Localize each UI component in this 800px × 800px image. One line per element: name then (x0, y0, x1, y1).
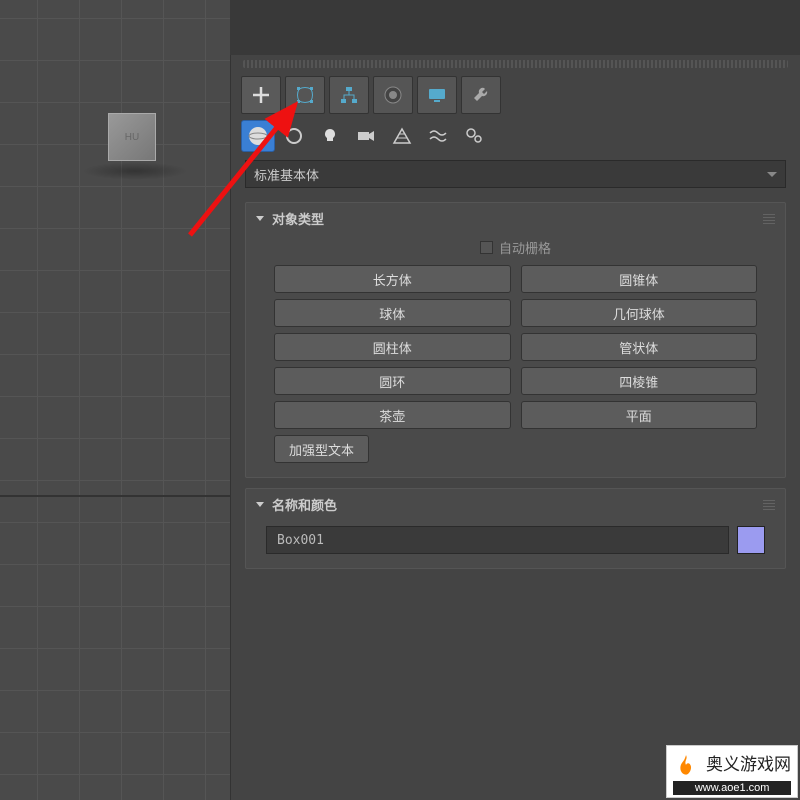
cameras-category[interactable] (349, 120, 383, 152)
object-shadow (82, 162, 188, 180)
drag-grip-icon (763, 500, 775, 510)
spacewarp-icon (428, 126, 448, 146)
light-icon (320, 126, 340, 146)
shapes-icon (284, 126, 304, 146)
watermark: 奥义游戏网 www.aoe1.com (666, 745, 798, 798)
shapes-category[interactable] (277, 120, 311, 152)
textplus-button[interactable]: 加强型文本 (274, 435, 369, 463)
create-tab[interactable] (241, 76, 281, 114)
autogrid-checkbox[interactable] (480, 241, 493, 254)
geosphere-button[interactable]: 几何球体 (521, 299, 758, 327)
drag-grip-icon (763, 214, 775, 224)
name-color-rollout: 名称和颜色 Box001 (245, 488, 786, 569)
object-type-rollout: 对象类型 自动栅格 长方体 圆锥体 球体 几何球体 圆柱体 管状体 圆环 四棱锥… (245, 202, 786, 478)
viewport[interactable]: HU (0, 0, 230, 800)
hierarchy-icon (338, 84, 360, 106)
helper-icon (392, 126, 412, 146)
display-icon (426, 84, 448, 106)
spacewarps-category[interactable] (421, 120, 455, 152)
sphere-button[interactable]: 球体 (274, 299, 511, 327)
display-tab[interactable] (417, 76, 457, 114)
utilities-tab[interactable] (461, 76, 501, 114)
watermark-url: www.aoe1.com (673, 781, 791, 795)
plus-icon (250, 84, 272, 106)
plane-button[interactable]: 平面 (521, 401, 758, 429)
command-panel: 标准基本体 对象类型 自动栅格 长方体 圆锥体 球体 几何球体 圆柱体 管状体 … (230, 55, 800, 800)
modify-icon (294, 84, 316, 106)
box-button[interactable]: 长方体 (274, 265, 511, 293)
autogrid-row: 自动栅格 (246, 234, 785, 265)
object-name-input[interactable]: Box001 (266, 526, 729, 554)
scene-object-box[interactable]: HU (108, 113, 156, 161)
rollout-toggle-icon (256, 216, 264, 221)
motion-tab[interactable] (373, 76, 413, 114)
object-type-header[interactable]: 对象类型 (246, 203, 785, 234)
modify-tab[interactable] (285, 76, 325, 114)
systems-category[interactable] (457, 120, 491, 152)
cylinder-button[interactable]: 圆柱体 (274, 333, 511, 361)
name-color-header[interactable]: 名称和颜色 (246, 489, 785, 520)
watermark-text: 奥义游戏网 (706, 755, 791, 774)
rollout-title: 对象类型 (272, 209, 324, 228)
rollout-title: 名称和颜色 (272, 495, 337, 514)
panel-grip[interactable] (243, 60, 788, 68)
category-tabs (231, 120, 800, 160)
motion-icon (382, 84, 404, 106)
helpers-category[interactable] (385, 120, 419, 152)
camera-icon (356, 126, 376, 146)
flame-icon (673, 753, 699, 779)
main-tabs (231, 76, 800, 120)
tube-button[interactable]: 管状体 (521, 333, 758, 361)
pyramid-button[interactable]: 四棱锥 (521, 367, 758, 395)
sphere-icon (247, 125, 269, 147)
teapot-button[interactable]: 茶壶 (274, 401, 511, 429)
torus-button[interactable]: 圆环 (274, 367, 511, 395)
chevron-down-icon (767, 172, 777, 177)
dropdown-label: 标准基本体 (254, 165, 319, 184)
hierarchy-tab[interactable] (329, 76, 369, 114)
gear-icon (464, 126, 484, 146)
viewport-divider (0, 495, 230, 497)
wrench-icon (470, 84, 492, 106)
lights-category[interactable] (313, 120, 347, 152)
geometry-category[interactable] (241, 120, 275, 152)
primitive-button-grid: 长方体 圆锥体 球体 几何球体 圆柱体 管状体 圆环 四棱锥 茶壶 平面 加强型… (246, 265, 785, 477)
cone-button[interactable]: 圆锥体 (521, 265, 758, 293)
rollout-toggle-icon (256, 502, 264, 507)
object-color-swatch[interactable] (737, 526, 765, 554)
primitive-category-dropdown[interactable]: 标准基本体 (245, 160, 786, 188)
autogrid-label: 自动栅格 (499, 238, 551, 257)
